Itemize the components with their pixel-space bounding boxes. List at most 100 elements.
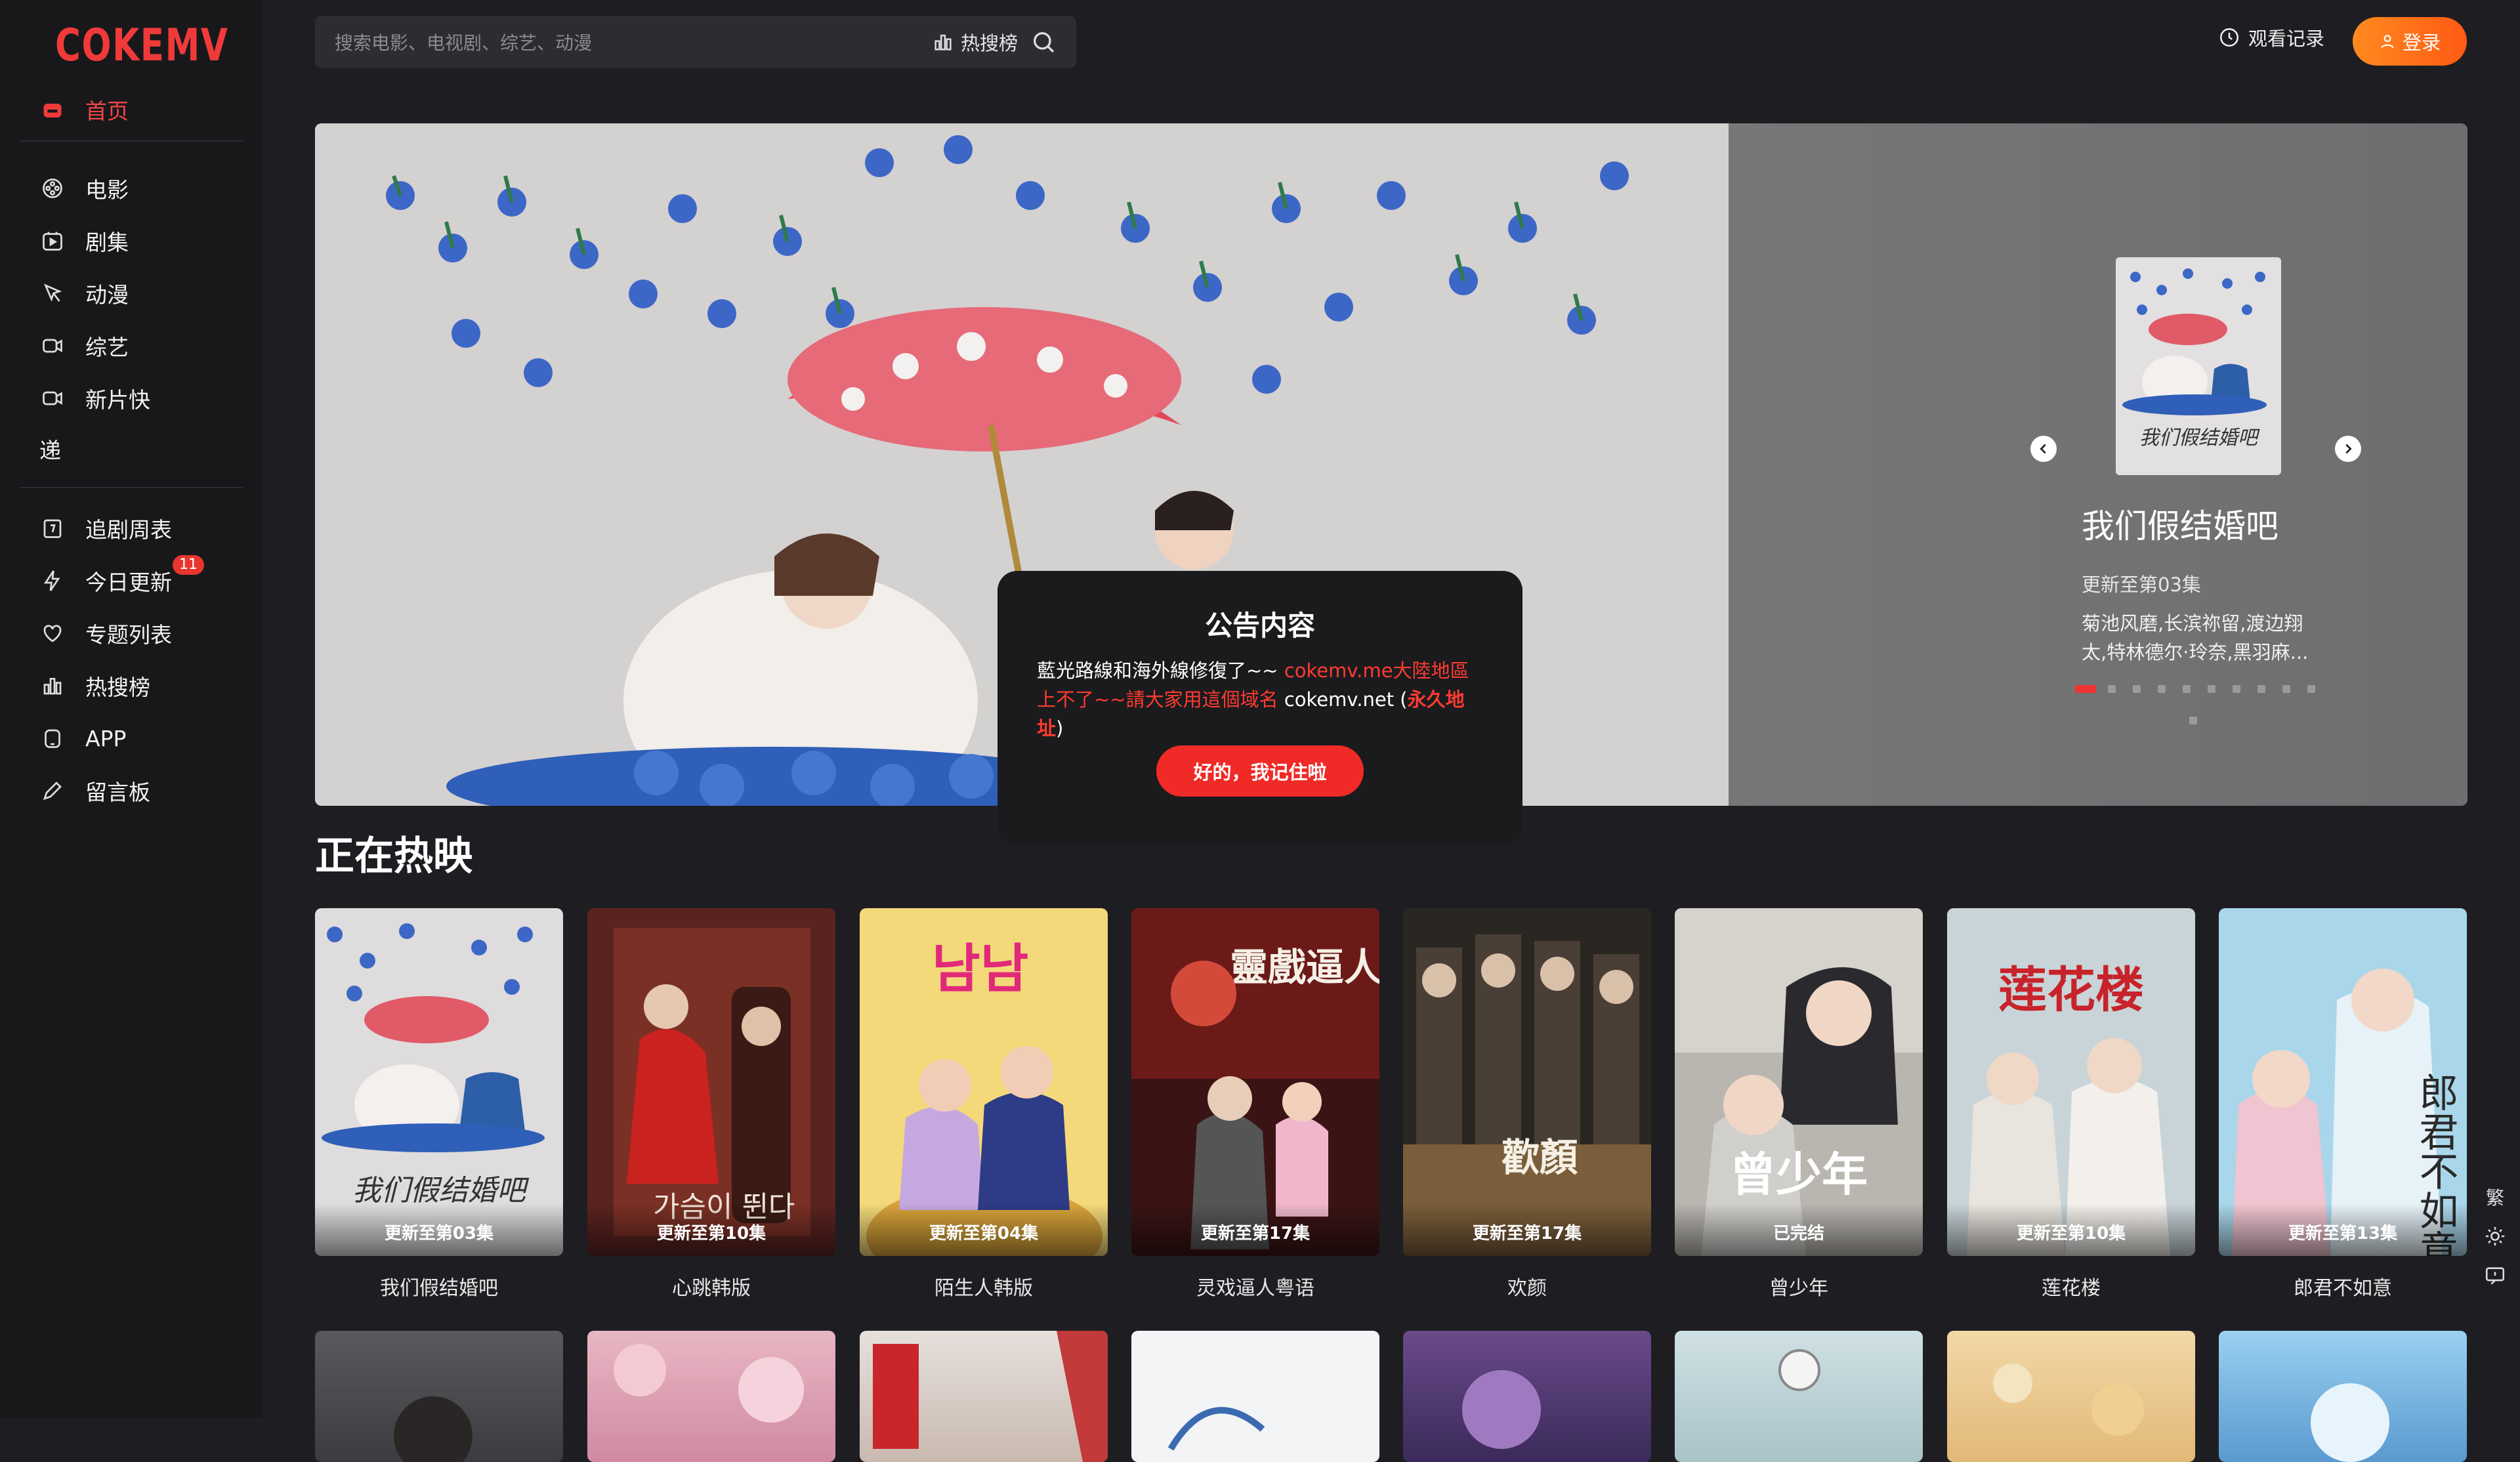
sidebar-item-label: 留言板	[85, 780, 150, 805]
sidebar-item-anime[interactable]: 动漫	[0, 270, 262, 316]
movie-poster[interactable]: 我们假结婚吧 更新至第03集	[315, 908, 563, 1256]
watch-history-button[interactable]: 观看记录	[2218, 24, 2324, 51]
poster-title-art: 歡顏	[1502, 1135, 1578, 1180]
movie-card[interactable]	[315, 1331, 563, 1462]
pagination-dot-active[interactable]	[2075, 685, 2096, 693]
search-icon[interactable]	[1030, 29, 1057, 55]
movie-title[interactable]: 郎君不如意	[2219, 1272, 2467, 1301]
notice-confirm-button[interactable]: 好的，我记住啦	[1156, 745, 1364, 797]
pagination-dot[interactable]	[2307, 685, 2315, 693]
notice-text: cokemv.net (	[1278, 688, 1408, 711]
sidebar-item-series[interactable]: 剧集	[0, 218, 262, 264]
movie-poster[interactable]: 남남 更新至第04集	[860, 908, 1108, 1256]
poster-art	[873, 1331, 1108, 1462]
notice-text: )	[1056, 717, 1064, 740]
banner-prev-button[interactable]	[2030, 436, 2057, 462]
movie-title[interactable]: 莲花楼	[1947, 1272, 2195, 1301]
anime-icon	[39, 280, 66, 306]
episode-status: 更新至第03集	[315, 1203, 563, 1256]
movie-poster[interactable]: 歡顏 更新至第17集	[1403, 908, 1651, 1256]
sidebar-item-app[interactable]: APP	[0, 715, 262, 761]
sidebar-item-variety[interactable]: 综艺	[0, 323, 262, 369]
site-logo[interactable]: COKEMV	[55, 20, 229, 72]
theme-toggle-button[interactable]	[2481, 1217, 2510, 1256]
sidebar-item-guestbook[interactable]: 留言板	[0, 768, 262, 814]
sidebar-item-hot-search[interactable]: 热搜榜	[0, 663, 262, 709]
sidebar-item-today-update[interactable]: 今日更新 11	[0, 555, 262, 604]
sidebar-item-label: 电影	[85, 177, 129, 203]
video-camera-icon	[39, 385, 66, 411]
movie-card[interactable]: 莲花楼 更新至第10集 莲花楼	[1947, 908, 2195, 1301]
feedback-button[interactable]	[2481, 1256, 2510, 1295]
movie-title[interactable]: 灵戏逼人粤语	[1131, 1272, 1379, 1301]
movie-card[interactable]	[860, 1331, 1108, 1462]
search-bar: 热搜榜	[315, 16, 1076, 70]
pagination-dot[interactable]	[2108, 685, 2116, 693]
movie-card[interactable]: 靈戲逼人 更新至第17集 灵戏逼人粤语	[1131, 908, 1379, 1301]
movie-title[interactable]: 欢颜	[1403, 1272, 1651, 1301]
movie-card[interactable]: 남남 更新至第04集 陌生人韩版	[860, 908, 1108, 1301]
movie-card[interactable]	[1675, 1331, 1923, 1462]
movie-poster[interactable]: 靈戲逼人 更新至第17集	[1131, 908, 1379, 1256]
movie-poster[interactable]: 郎君不如意 更新至第13集	[2219, 908, 2467, 1256]
poster-art	[1993, 1364, 2144, 1436]
movie-card[interactable]	[1947, 1331, 2195, 1462]
sidebar-divider	[20, 140, 243, 142]
pagination-dot[interactable]	[2133, 685, 2141, 693]
sidebar-item-new-release[interactable]: 新片快	[0, 375, 262, 421]
hot-search-button[interactable]: 热搜榜	[932, 26, 1018, 58]
sidebar-item-label: 今日更新	[85, 570, 172, 595]
poster-art	[614, 1344, 804, 1423]
pagination-dot[interactable]	[2282, 685, 2290, 693]
movie-card[interactable]	[1131, 1331, 1379, 1462]
message-icon	[2485, 1267, 2505, 1285]
movie-title[interactable]: 我们假结婚吧	[315, 1272, 563, 1301]
movie-poster[interactable]: 曾少年 已完结	[1675, 908, 1923, 1256]
sidebar-item-label: APP	[85, 725, 127, 751]
traditional-chinese-toggle[interactable]: 繁	[2481, 1177, 2510, 1217]
banner-title: 我们假结婚吧	[2082, 507, 2278, 545]
hot-search-label: 热搜榜	[961, 32, 1018, 54]
poster-art	[1462, 1370, 1541, 1449]
update-count-badge: 11	[173, 555, 204, 575]
movie-poster[interactable]: 莲花楼 更新至第10集	[1947, 908, 2195, 1256]
pagination-dot[interactable]	[2258, 685, 2265, 693]
sidebar-item-label: 首页	[85, 98, 129, 124]
movie-poster[interactable]: 가슴이 뛴다 更新至第10集	[587, 908, 835, 1256]
movie-card[interactable]	[587, 1331, 835, 1462]
sidebar-item-home[interactable]: 首页	[0, 87, 262, 133]
movie-card[interactable]: 郎君不如意 更新至第13集 郎君不如意	[2219, 908, 2467, 1301]
sidebar-item-label: 热搜榜	[85, 675, 150, 700]
movie-card[interactable]: 歡顏 更新至第17集 欢颜	[1403, 908, 1651, 1301]
sidebar-item-label: 追剧周表	[85, 517, 172, 543]
poster-art	[2311, 1383, 2389, 1462]
login-button[interactable]: 登录	[2353, 17, 2467, 66]
movie-card[interactable]: 가슴이 뛴다 更新至第10集 心跳韩版	[587, 908, 835, 1301]
pagination-dot[interactable]	[2189, 717, 2197, 724]
poster-title-art: 靈戲逼人	[1230, 945, 1379, 990]
banner-next-button[interactable]	[2335, 436, 2361, 462]
pagination-dot[interactable]	[2233, 685, 2240, 693]
sun-icon	[2485, 1226, 2505, 1246]
movie-card[interactable]: 曾少年 已完结 曾少年	[1675, 908, 1923, 1301]
bar-chart-icon	[934, 34, 952, 51]
sidebar-item-label: 新片快	[85, 387, 150, 413]
banner-thumbnail[interactable]: 我们假结婚吧	[2116, 257, 2281, 475]
movie-card[interactable]: 我们假结婚吧 更新至第03集 我们假结婚吧	[315, 908, 563, 1301]
search-input[interactable]	[333, 16, 848, 70]
pagination-dot[interactable]	[2208, 685, 2216, 693]
phone-icon	[39, 725, 66, 751]
sidebar-item-movie[interactable]: 电影	[0, 165, 262, 211]
movie-title[interactable]: 曾少年	[1675, 1272, 1923, 1301]
movie-card[interactable]	[1403, 1331, 1651, 1462]
home-icon	[39, 96, 66, 123]
movie-title[interactable]: 陌生人韩版	[860, 1272, 1108, 1301]
sidebar-item-schedule[interactable]: 追剧周表	[0, 505, 262, 551]
movie-card[interactable]	[2219, 1331, 2467, 1462]
pagination-dot[interactable]	[2183, 685, 2191, 693]
movie-title[interactable]: 心跳韩版	[587, 1272, 835, 1301]
pagination-dot[interactable]	[2158, 685, 2166, 693]
poster-art	[1778, 1349, 1820, 1391]
sidebar-item-topics[interactable]: 专题列表	[0, 610, 262, 656]
clock-icon	[2219, 28, 2239, 47]
